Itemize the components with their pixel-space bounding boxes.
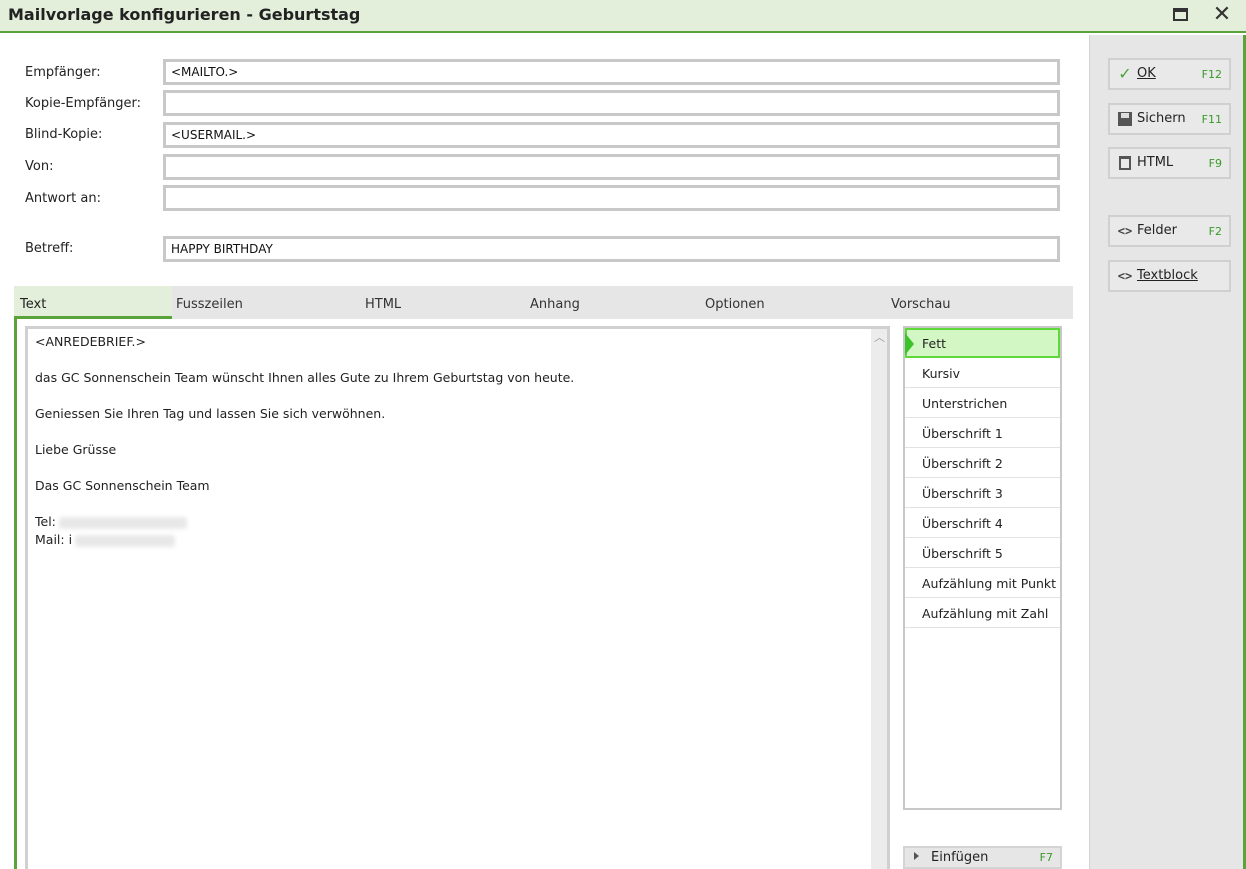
ok-button[interactable]: ✓ OK F12 bbox=[1108, 58, 1231, 90]
clipboard-icon bbox=[1116, 154, 1134, 172]
save-button[interactable]: Sichern F11 bbox=[1108, 103, 1231, 135]
html-shortcut: F9 bbox=[1208, 157, 1222, 170]
editor-line: Geniessen Sie Ihren Tag und lassen Sie s… bbox=[35, 406, 386, 421]
textblock-button[interactable]: <> Textblock bbox=[1108, 260, 1231, 292]
mail-label: Mail: i bbox=[35, 532, 73, 547]
recipient-label: Empfänger: bbox=[25, 65, 101, 80]
editor-scrollbar[interactable]: ︿ bbox=[871, 329, 887, 869]
editor-line: Das GC Sonnenschein Team bbox=[35, 478, 210, 493]
tab-preview[interactable]: Vorschau bbox=[891, 297, 951, 312]
format-item-bullet-list[interactable]: Aufzählung mit Punkt bbox=[905, 568, 1060, 598]
html-button[interactable]: HTML F9 bbox=[1108, 147, 1231, 179]
editor-line: das GC Sonnenschein Team wünscht Ihnen a… bbox=[35, 370, 575, 385]
phone-label: Tel: bbox=[35, 514, 56, 529]
tab-footer[interactable]: Fusszeilen bbox=[176, 297, 243, 312]
format-item-bold[interactable]: Fett bbox=[905, 328, 1060, 358]
code-icon: <> bbox=[1117, 269, 1133, 283]
insert-shortcut: F7 bbox=[1039, 851, 1053, 864]
format-item-heading-1[interactable]: Überschrift 1 bbox=[905, 418, 1060, 448]
maximize-icon[interactable] bbox=[1169, 5, 1191, 25]
format-item-heading-2[interactable]: Überschrift 2 bbox=[905, 448, 1060, 478]
format-list: Fett Kursiv Unterstrichen Überschrift 1 … bbox=[903, 326, 1062, 810]
insert-button[interactable]: Einfügen F7 bbox=[903, 846, 1062, 869]
editor-line: <ANREDEBRIEF.> bbox=[35, 334, 146, 349]
scroll-up-icon[interactable]: ︿ bbox=[874, 329, 885, 345]
expand-arrow-icon bbox=[914, 852, 919, 860]
tab-options[interactable]: Optionen bbox=[705, 297, 765, 312]
save-icon bbox=[1116, 110, 1134, 128]
tab-text[interactable]: Text bbox=[14, 286, 172, 319]
format-item-heading-4[interactable]: Überschrift 4 bbox=[905, 508, 1060, 538]
format-item-heading-5[interactable]: Überschrift 5 bbox=[905, 538, 1060, 568]
close-icon[interactable]: ✕ bbox=[1211, 4, 1233, 26]
fields-shortcut: F2 bbox=[1208, 225, 1222, 238]
editor-line: Liebe Grüsse bbox=[35, 442, 117, 457]
from-label: Von: bbox=[25, 159, 54, 174]
format-item-numbered-list[interactable]: Aufzählung mit Zahl bbox=[905, 598, 1060, 628]
format-item-italic[interactable]: Kursiv bbox=[905, 358, 1060, 388]
ok-label: OK bbox=[1137, 66, 1156, 81]
recipient-field[interactable]: <MAILTO.> bbox=[163, 59, 1060, 85]
tab-bar: Text Fusszeilen HTML Anhang Optionen Vor… bbox=[14, 286, 1073, 319]
tab-attachment[interactable]: Anhang bbox=[530, 297, 580, 312]
reply-to-label: Antwort an: bbox=[25, 191, 101, 206]
redacted-mail bbox=[75, 534, 176, 547]
redacted-phone bbox=[58, 516, 187, 529]
save-label: Sichern bbox=[1137, 111, 1186, 126]
textblock-label: Textblock bbox=[1137, 268, 1198, 283]
editor-line-phone: Tel: bbox=[35, 514, 187, 529]
from-field[interactable] bbox=[163, 154, 1060, 180]
subject-label: Betreff: bbox=[25, 241, 74, 256]
code-icon: <> bbox=[1117, 224, 1133, 238]
message-editor[interactable]: <ANREDEBRIEF.> das GC Sonnenschein Team … bbox=[25, 326, 890, 869]
tab-html[interactable]: HTML bbox=[365, 297, 401, 312]
insert-label: Einfügen bbox=[931, 850, 989, 865]
fields-button[interactable]: <> Felder F2 bbox=[1108, 215, 1231, 247]
save-shortcut: F11 bbox=[1201, 113, 1222, 126]
cc-field[interactable] bbox=[163, 90, 1060, 116]
title-bar: Mailvorlage konfigurieren - Geburtstag ✕ bbox=[0, 0, 1246, 33]
window-title: Mailvorlage konfigurieren - Geburtstag bbox=[8, 5, 361, 24]
reply-to-field[interactable] bbox=[163, 185, 1060, 211]
bcc-field[interactable]: <USERMAIL.> bbox=[163, 122, 1060, 148]
editor-line-mail: Mail: i bbox=[35, 532, 176, 547]
cc-label: Kopie-Empfänger: bbox=[25, 96, 142, 111]
bcc-label: Blind-Kopie: bbox=[25, 127, 103, 142]
fields-label: Felder bbox=[1137, 223, 1177, 238]
html-label: HTML bbox=[1137, 155, 1174, 170]
format-item-underline[interactable]: Unterstrichen bbox=[905, 388, 1060, 418]
subject-field[interactable]: HAPPY BIRTHDAY bbox=[163, 236, 1060, 262]
check-icon: ✓ bbox=[1118, 64, 1132, 83]
format-item-heading-3[interactable]: Überschrift 3 bbox=[905, 478, 1060, 508]
ok-shortcut: F12 bbox=[1201, 68, 1222, 81]
